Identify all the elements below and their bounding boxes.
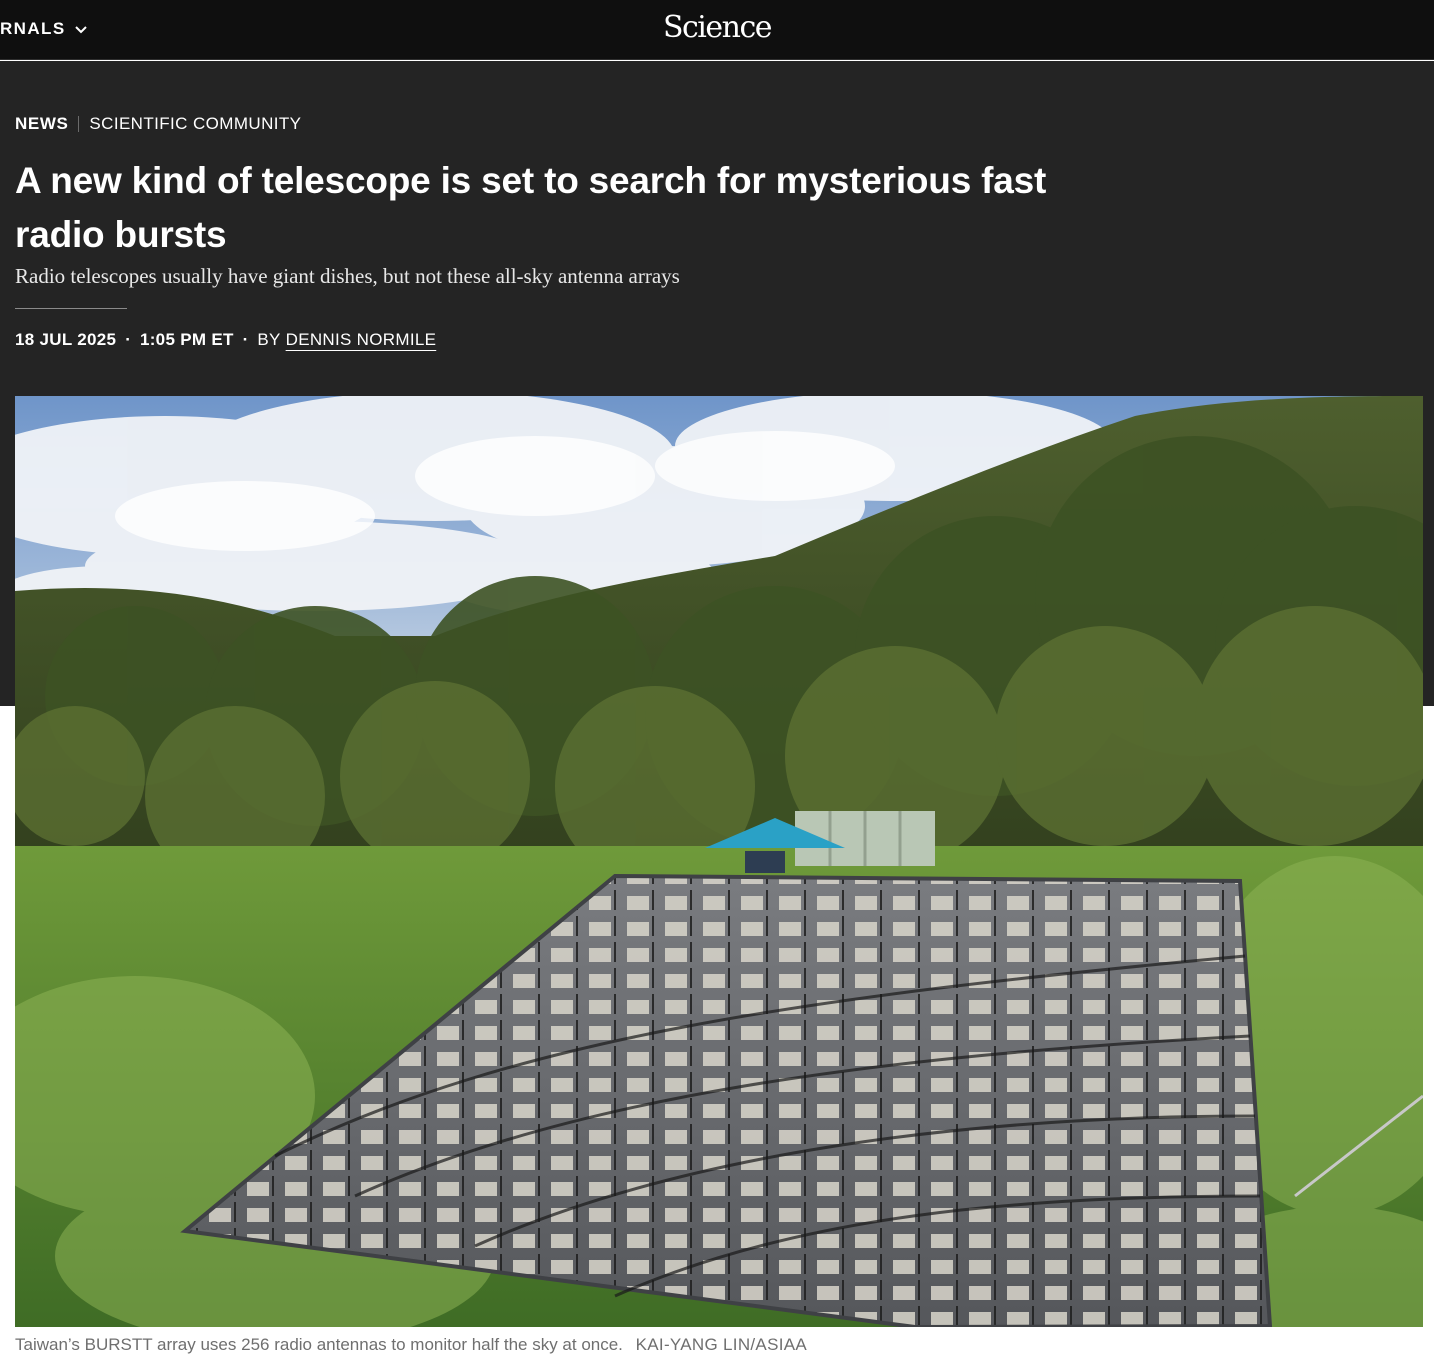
headline-line-2: radio bursts (15, 214, 227, 255)
article-dek: Radio telescopes usually have giant dish… (15, 264, 680, 288)
top-nav-bar: RNALS Science (0, 0, 1434, 60)
article-kicker: NEWS SCIENTIFIC COMMUNITY (15, 114, 301, 134)
kicker-section-link[interactable]: NEWS (15, 114, 68, 134)
byline-separator: · (125, 330, 131, 349)
article-headline: A new kind of telescope is set to search… (15, 154, 1075, 262)
byline-separator: · (242, 330, 249, 349)
publish-date: 18 JUL 2025 (15, 330, 117, 349)
author-link[interactable]: DENNIS NORMILE (286, 330, 437, 350)
kicker-divider (78, 116, 80, 132)
science-logo[interactable]: Science (0, 10, 1434, 45)
headline-line-1: A new kind of telescope is set to search… (15, 160, 1047, 201)
photo-caption: Taiwan’s BURSTT array uses 256 radio ant… (15, 1335, 807, 1355)
byline-by: BY (257, 330, 281, 349)
kicker-category-link[interactable]: SCIENTIFIC COMMUNITY (89, 114, 301, 134)
header-divider (15, 308, 127, 309)
publish-time: 1:05 PM ET (139, 330, 234, 349)
lead-photo (15, 396, 1423, 1327)
article-byline: 18 JUL 2025 · 1:05 PM ET · BY DENNIS NOR… (15, 330, 436, 350)
photo-credit: KAI-YANG LIN/ASIAA (635, 1335, 808, 1354)
caption-text: Taiwan’s BURSTT array uses 256 radio ant… (15, 1335, 623, 1354)
